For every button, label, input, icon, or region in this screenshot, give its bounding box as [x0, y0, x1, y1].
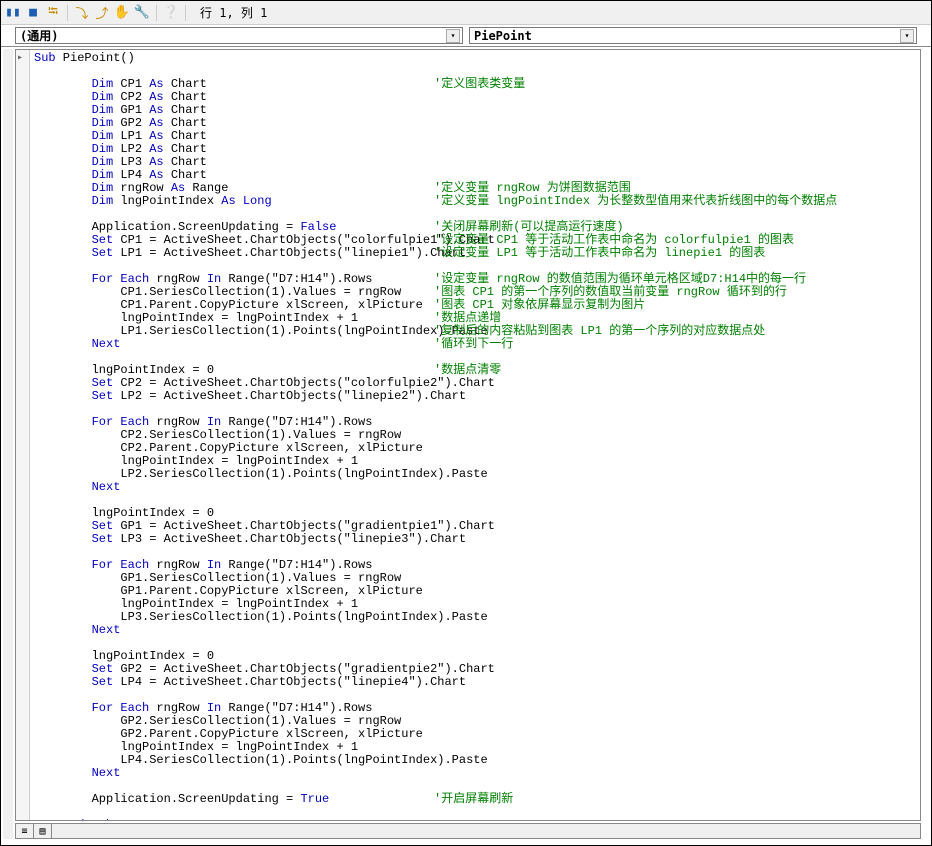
step-into-icon[interactable]: ⤵: [74, 5, 90, 21]
chevron-down-icon: ▾: [446, 29, 460, 43]
code-scroll[interactable]: Sub PiePoint() Dim CP1 As Chart'定义图表类变量 …: [30, 50, 920, 820]
object-dropdown[interactable]: (通用) ▾: [15, 27, 463, 44]
toolbar: ▮▮ ■ ⭾ ⤵ ⤴ ✋ 🔧 ❔ 行 1, 列 1: [1, 1, 931, 25]
view-switch-bar: ≡ ▤: [15, 823, 921, 839]
toolbar-separator: [67, 5, 68, 21]
code-content[interactable]: Sub PiePoint() Dim CP1 As Chart'定义图表类变量 …: [30, 50, 920, 820]
breakpoint-icon[interactable]: ✋: [114, 5, 130, 21]
chevron-down-icon: ▾: [900, 29, 914, 43]
step-over-icon[interactable]: ⤴: [94, 5, 110, 21]
full-module-view-button[interactable]: ▤: [34, 824, 52, 838]
help-icon[interactable]: ❔: [163, 5, 179, 21]
bottom-spacer: [52, 824, 920, 838]
object-dropdown-value: (通用): [20, 27, 58, 44]
left-margin: [3, 49, 13, 839]
bookmark-icon[interactable]: 🔧: [134, 5, 150, 21]
pause-icon[interactable]: ▮▮: [5, 5, 21, 21]
dropdown-row: (通用) ▾ PiePoint ▾: [1, 25, 931, 47]
proc-arrow-icon: ▸: [17, 52, 27, 62]
procedure-dropdown-value: PiePoint: [474, 29, 532, 43]
cursor-position: 行 1, 列 1: [200, 4, 267, 21]
code-gutter: ▸: [16, 50, 30, 820]
toolbar-separator-2: [156, 5, 157, 21]
procedure-dropdown[interactable]: PiePoint ▾: [469, 27, 917, 44]
step-icon[interactable]: ⭾: [45, 5, 61, 21]
procedure-view-button[interactable]: ≡: [16, 824, 34, 838]
code-editor[interactable]: ▸ Sub PiePoint() Dim CP1 As Chart'定义图表类变…: [15, 49, 921, 821]
stop-icon[interactable]: ■: [25, 5, 41, 21]
toolbar-separator-3: [185, 5, 186, 21]
